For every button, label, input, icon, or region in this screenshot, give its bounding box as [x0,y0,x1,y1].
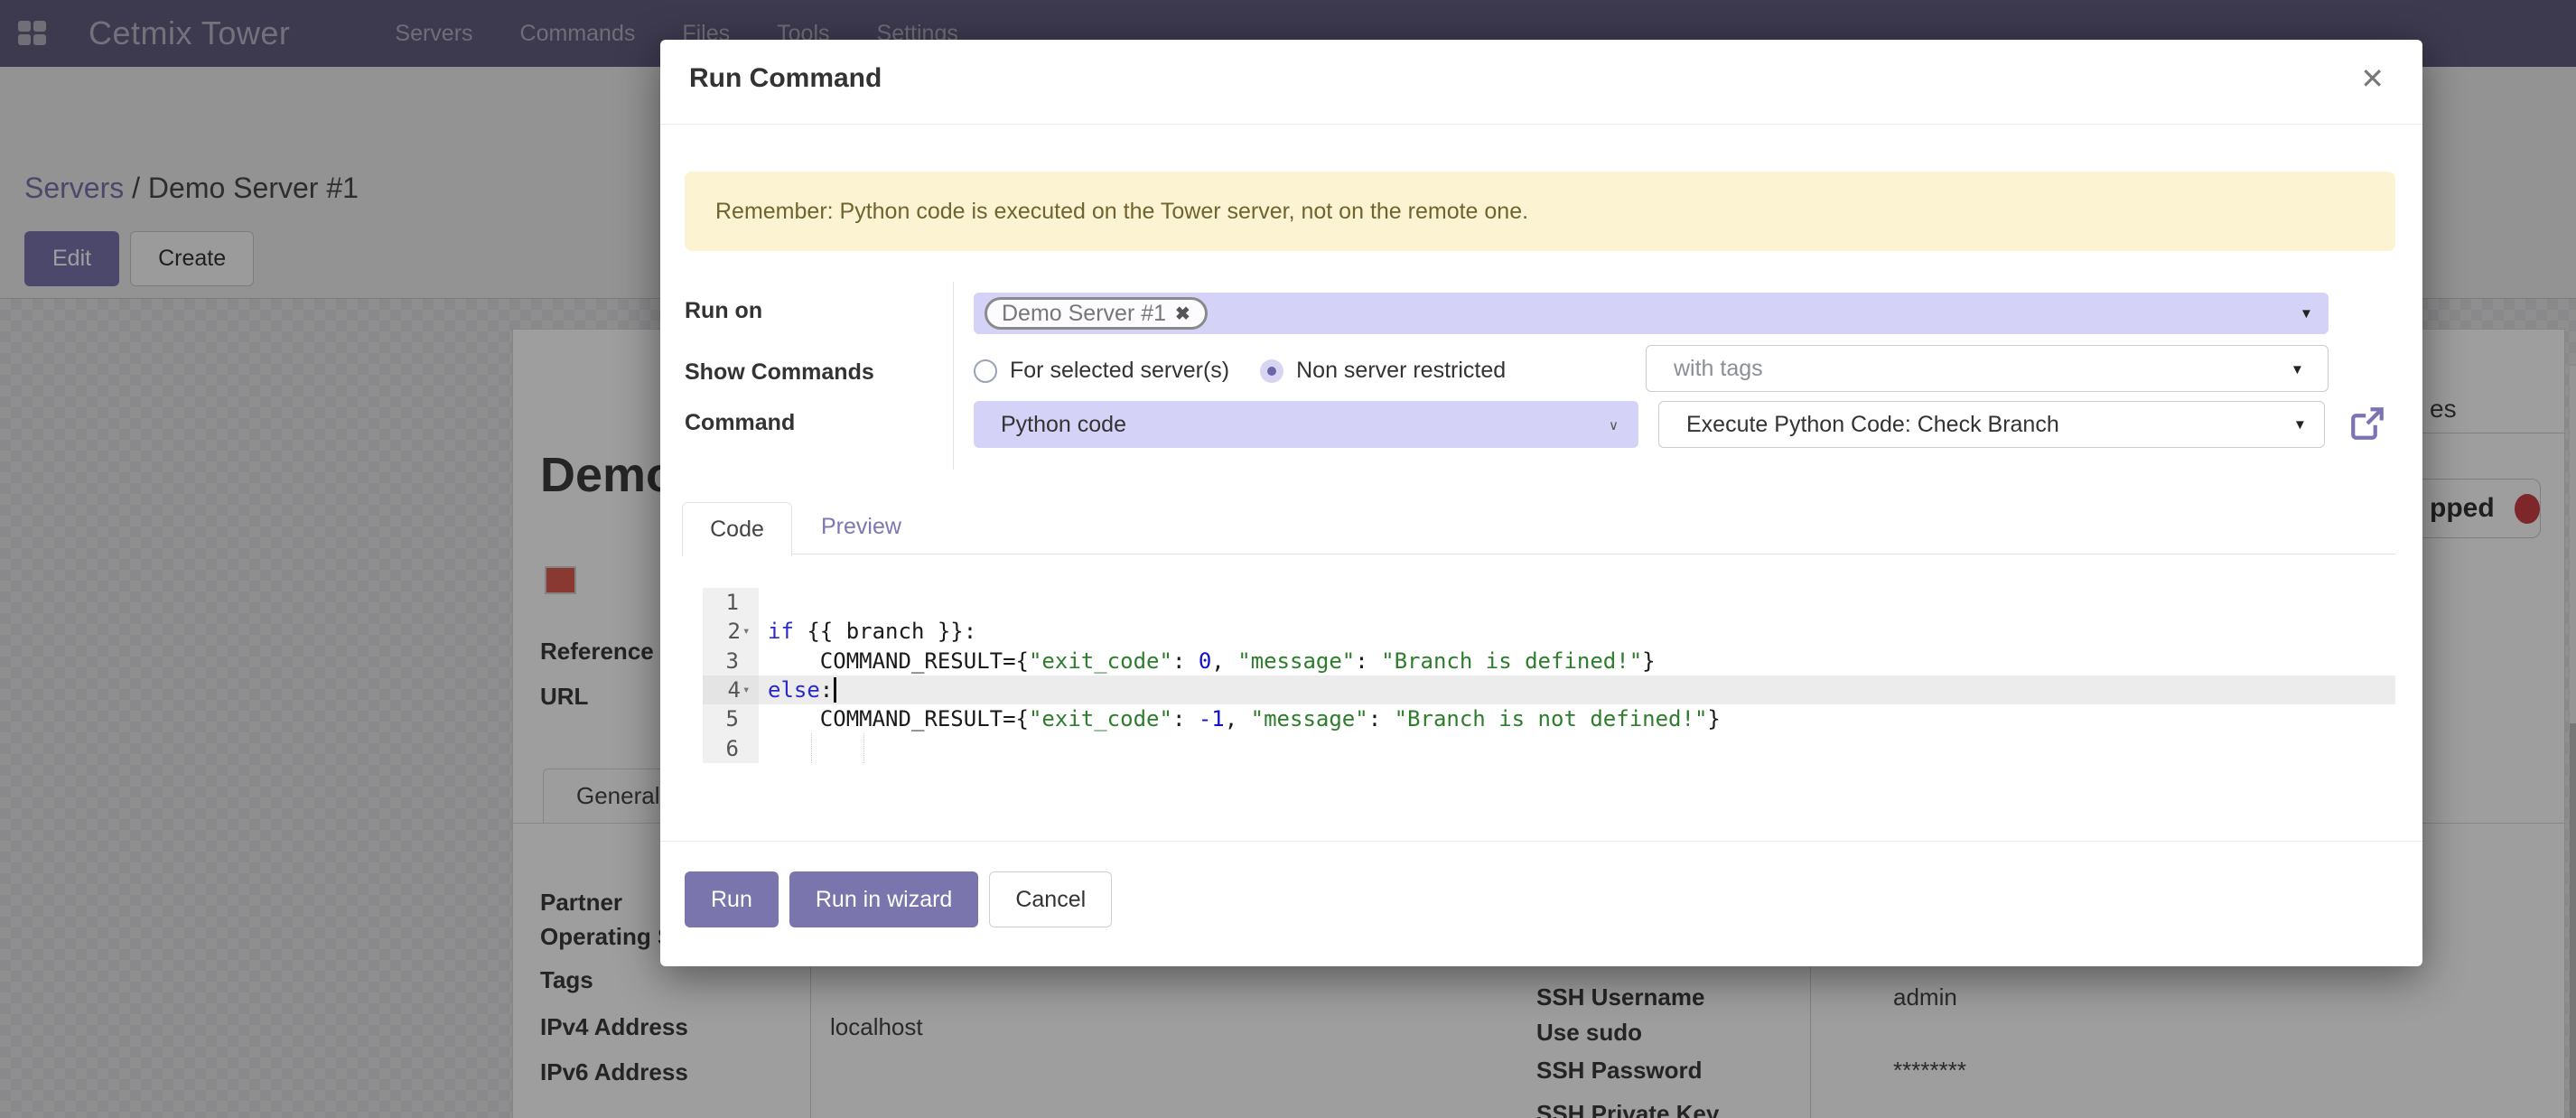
line-number[interactable]: 1 [703,588,759,617]
radio-non-restricted[interactable] [1260,359,1283,383]
code-line-5[interactable]: 5 COMMAND_RESULT={"exit_code": -1, "mess… [703,704,2395,733]
show-commands-radios: For selected server(s) Non server restri… [974,358,1506,384]
screen: Cetmix Tower ServersCommandsFilesToolsSe… [0,0,2576,1118]
token-pl: COMMAND_RESULT={ [768,706,1029,731]
code-editor[interactable]: 12▾if {{ branch }}:3 COMMAND_RESULT={"ex… [703,588,2395,764]
label-field-separator [953,282,954,470]
tab-preview[interactable]: Preview [821,514,901,540]
radio-selected-servers[interactable] [974,359,997,383]
code-text[interactable] [759,733,2395,762]
token-pl: } [1642,648,1655,674]
tag-remove-icon[interactable]: ✖ [1175,303,1190,325]
fold-arrow-icon[interactable]: ▾ [742,683,755,697]
token-num: -1 [1199,706,1225,731]
code-text[interactable]: if {{ branch }}: [759,617,2395,646]
text-cursor [834,677,836,703]
command-caret-icon[interactable]: ▼ [2293,417,2307,433]
token-str: "message" [1237,648,1355,674]
token-pl: : [1172,648,1199,674]
token-str: "Branch is not defined!" [1395,706,1708,731]
token-pl: {{ branch }}: [794,619,976,644]
run-on-field[interactable]: Demo Server #1✖ [974,293,2329,334]
run-button[interactable]: Run [685,871,779,927]
run-on-label: Run on [685,298,762,324]
line-number[interactable]: 6 [703,733,759,762]
radio-non-restricted-label[interactable]: Non server restricted [1296,358,1506,384]
command-type-caret-icon[interactable]: ∨ [1609,417,1619,433]
token-kw: if [768,619,794,644]
command-select[interactable]: Execute Python Code: Check Branch [1658,401,2325,448]
token-pl: : [1368,706,1395,731]
line-number[interactable]: 5 [703,704,759,733]
token-pl: : [1355,648,1381,674]
run-command-modal: Run Command ✕ Remember: Python code is e… [660,40,2422,966]
token-pl: COMMAND_RESULT={ [768,648,1029,674]
with-tags-select[interactable]: with tags [1646,345,2329,392]
token-str: "exit_code" [1029,706,1172,731]
cancel-button[interactable]: Cancel [989,871,1112,927]
token-num: 0 [1199,648,1211,674]
code-line-2[interactable]: 2▾if {{ branch }}: [703,617,2395,646]
modal-title: Run Command [689,63,882,94]
token-pl: : [820,677,833,703]
run-in-wizard-button[interactable]: Run in wizard [789,871,978,927]
run-on-caret-icon[interactable]: ▼ [2300,306,2313,321]
code-line-6[interactable]: 6 [703,733,2395,762]
radio-selected-servers-label[interactable]: For selected server(s) [1010,358,1229,384]
token-str: "exit_code" [1029,648,1172,674]
command-label: Command [685,410,795,436]
with-tags-caret-icon[interactable]: ▼ [2291,362,2304,377]
code-line-4[interactable]: 4▾else: [703,675,2395,704]
indent-guide [863,733,864,762]
close-icon[interactable]: ✕ [2360,61,2385,96]
token-str: "message" [1251,706,1368,731]
code-line-1[interactable]: 1 [703,588,2395,617]
line-number[interactable]: 4▾ [703,675,759,704]
footer-divider [660,841,2422,842]
line-number[interactable]: 2▾ [703,617,759,646]
token-pl: } [1707,706,1720,731]
token-kw: else [768,677,820,703]
line-number[interactable]: 3 [703,647,759,675]
code-text[interactable]: COMMAND_RESULT={"exit_code": 0, "message… [759,647,2395,675]
token-pl: , [1225,706,1251,731]
token-pl: : [1172,706,1199,731]
code-text[interactable]: COMMAND_RESULT={"exit_code": -1, "messag… [759,704,2395,733]
server-tag: Demo Server #1✖ [985,297,1208,330]
code-text[interactable] [759,588,2395,617]
show-commands-label: Show Commands [685,359,874,386]
command-type-select[interactable]: Python code [974,401,1638,448]
code-line-3[interactable]: 3 COMMAND_RESULT={"exit_code": 0, "messa… [703,647,2395,675]
token-pl: , [1211,648,1237,674]
fold-arrow-icon[interactable]: ▾ [742,624,755,638]
modal-header: Run Command ✕ [660,40,2422,125]
tab-code[interactable]: Code [682,502,792,556]
modal-footer: Run Run in wizard Cancel [685,871,1112,927]
external-link-icon[interactable] [2348,405,2386,443]
indent-guide [811,733,812,762]
code-text[interactable]: else: [759,675,2395,704]
token-str: "Branch is defined!" [1381,648,1642,674]
warning-banner: Remember: Python code is executed on the… [685,172,2395,251]
